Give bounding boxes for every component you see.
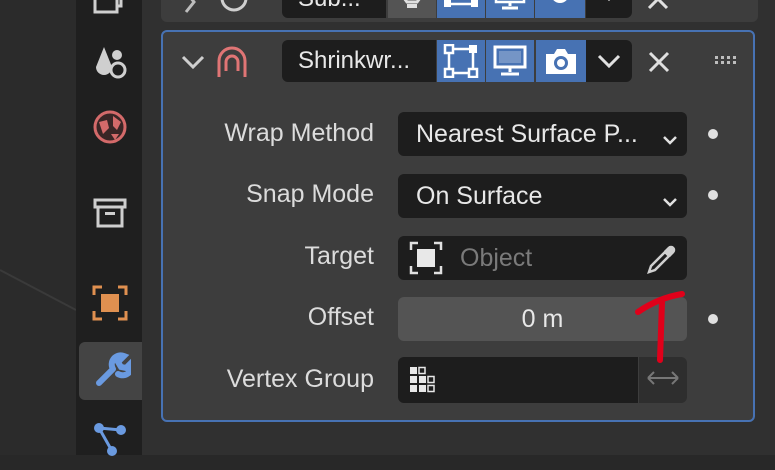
target-label: Target bbox=[304, 242, 374, 270]
collection-icon bbox=[92, 195, 128, 236]
wrap-method-value: Nearest Surface P... bbox=[416, 119, 638, 148]
tab-world[interactable] bbox=[79, 100, 141, 158]
tab-object[interactable] bbox=[79, 276, 141, 334]
target-placeholder: Object bbox=[460, 243, 533, 272]
tab-particles[interactable] bbox=[79, 412, 141, 470]
tab-physics[interactable] bbox=[79, 34, 141, 92]
physics-icon bbox=[90, 41, 130, 86]
tab-output[interactable] bbox=[79, 0, 141, 36]
previous-modifier-editmode-toggle[interactable] bbox=[437, 0, 485, 18]
vertex-group-icon bbox=[408, 365, 444, 400]
collapse-chevron-icon[interactable] bbox=[178, 50, 208, 74]
offset-value: 0 m bbox=[521, 304, 564, 333]
swap-arrows-icon bbox=[644, 368, 682, 393]
previous-modifier-cage-toggle[interactable] bbox=[388, 0, 436, 18]
previous-modifier-close[interactable] bbox=[646, 0, 672, 14]
offset-label: Offset bbox=[307, 303, 374, 331]
edit-mode-toggle-icon[interactable] bbox=[437, 40, 485, 82]
snap-mode-label: Snap Mode bbox=[246, 180, 374, 208]
modifier-name-field[interactable]: Shrinkwr... bbox=[282, 40, 436, 82]
modifier-wrench-icon bbox=[91, 349, 135, 394]
previous-modifier-render-toggle[interactable] bbox=[535, 0, 585, 18]
vertex-group-label: Vertex Group bbox=[226, 365, 374, 393]
tab-collection[interactable] bbox=[79, 186, 141, 244]
dropdown-chevron-icon[interactable] bbox=[586, 40, 632, 82]
target-object-field[interactable]: Object bbox=[398, 236, 687, 280]
snap-mode-dropdown[interactable]: On Surface bbox=[398, 174, 687, 218]
render-toggle-icon[interactable] bbox=[536, 40, 586, 82]
particles-icon bbox=[90, 419, 130, 464]
vertex-group-field[interactable] bbox=[398, 357, 638, 403]
annotation-arrow bbox=[628, 284, 688, 364]
snap-mode-value: On Surface bbox=[416, 181, 543, 210]
3d-viewport-edge[interactable] bbox=[0, 0, 76, 455]
offset-keyframe-dot[interactable] bbox=[708, 314, 718, 324]
properties-tab-bar bbox=[76, 0, 142, 456]
output-properties-icon bbox=[93, 0, 127, 27]
snap-mode-keyframe-dot[interactable] bbox=[708, 190, 718, 200]
chevron-down-icon bbox=[661, 125, 679, 154]
tab-modifiers[interactable] bbox=[79, 342, 142, 400]
previous-modifier-dropdown[interactable] bbox=[586, 0, 632, 18]
viewport-toggle-icon[interactable] bbox=[486, 40, 534, 82]
wrap-method-label: Wrap Method bbox=[224, 119, 374, 147]
wrap-method-keyframe-dot[interactable] bbox=[708, 129, 718, 139]
world-icon bbox=[91, 108, 129, 151]
wrap-method-dropdown[interactable]: Nearest Surface P... bbox=[398, 112, 687, 156]
chevron-down-icon bbox=[661, 187, 679, 216]
eyedropper-icon[interactable] bbox=[645, 242, 679, 283]
drag-handle-icon[interactable] bbox=[712, 52, 742, 68]
previous-modifier-viewport-toggle[interactable] bbox=[486, 0, 534, 18]
object-icon bbox=[91, 284, 129, 327]
previous-modifier-expand[interactable] bbox=[180, 0, 260, 18]
close-icon[interactable] bbox=[644, 48, 674, 76]
shrinkwrap-modifier-icon bbox=[212, 44, 252, 80]
previous-modifier-name[interactable]: Sub... bbox=[282, 0, 386, 18]
object-icon bbox=[408, 240, 444, 276]
